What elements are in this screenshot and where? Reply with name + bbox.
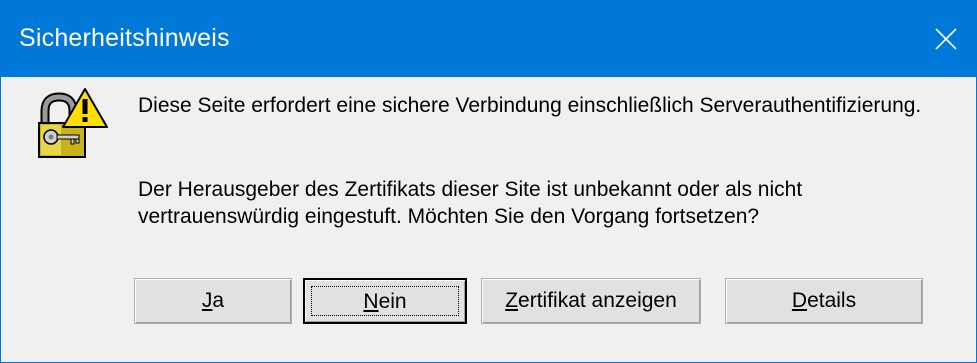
no-button[interactable]: Nein bbox=[303, 278, 467, 324]
window-title: Sicherheitshinweis bbox=[19, 24, 230, 52]
message-secondary-line-1: Der Herausgeber des Zertifikats dieser S… bbox=[138, 178, 803, 201]
message-secondary-line-2: vertrauenswürdig eingestuft. Möchten Sie… bbox=[138, 205, 760, 228]
details-accel: D bbox=[791, 289, 808, 312]
yes-label-rest: a bbox=[212, 289, 225, 312]
no-label-rest: ein bbox=[378, 290, 407, 313]
no-accel: N bbox=[363, 290, 379, 313]
title-bar[interactable]: Sicherheitshinweis bbox=[1, 1, 976, 77]
yes-accel: J bbox=[201, 289, 213, 312]
warning-lock-icon bbox=[35, 87, 109, 159]
view-certificate-button[interactable]: Zertifikat anzeigen bbox=[481, 278, 701, 324]
close-button[interactable] bbox=[916, 1, 976, 77]
details-button[interactable]: Details bbox=[725, 278, 923, 324]
cert-accel: Z bbox=[505, 289, 519, 312]
close-icon bbox=[935, 28, 957, 50]
details-label-rest: etails bbox=[807, 289, 857, 312]
cert-label-rest: ertifikat anzeigen bbox=[518, 289, 677, 312]
security-alert-dialog: Sicherheitshinweis Diese Seite erfordert… bbox=[0, 0, 977, 363]
yes-button[interactable]: Ja bbox=[134, 278, 292, 324]
message-primary: Diese Seite erfordert eine sichere Verbi… bbox=[138, 94, 922, 117]
dialog-body: Diese Seite erfordert eine sichere Verbi… bbox=[1, 77, 976, 362]
message-secondary: Der Herausgeber des Zertifikats dieser S… bbox=[138, 176, 802, 230]
